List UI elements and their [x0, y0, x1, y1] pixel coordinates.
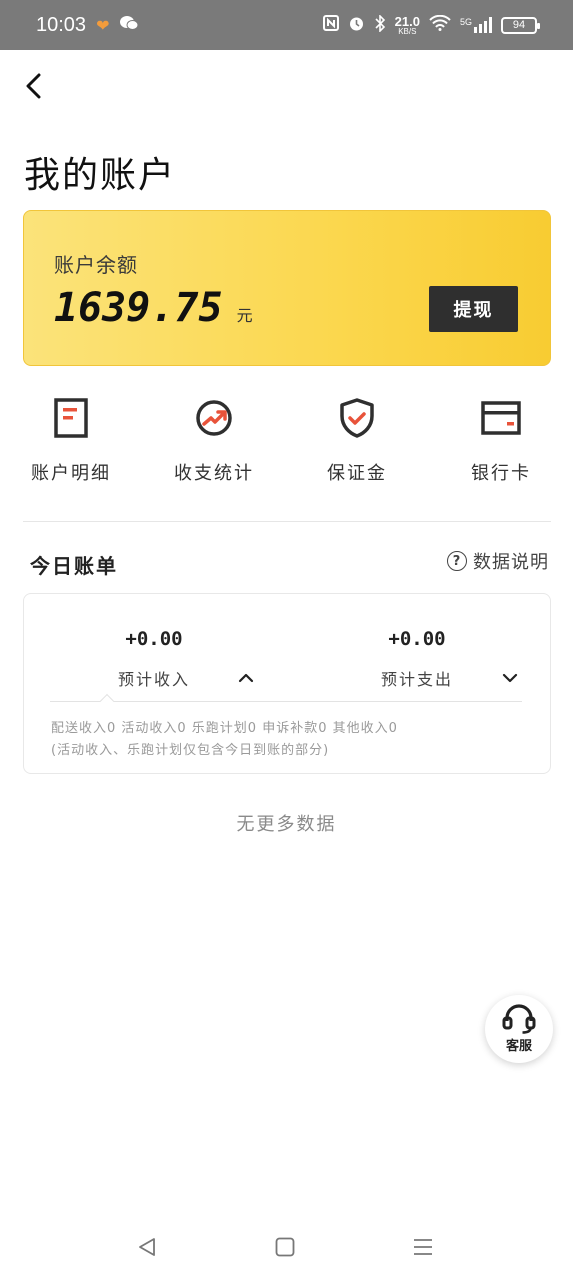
today-bill-title: 今日账单 [30, 554, 118, 578]
shortcut-bank-card[interactable]: 银行卡 [446, 396, 556, 496]
wifi-icon [429, 14, 451, 35]
wechat-icon [119, 15, 139, 35]
triangle-back-icon [139, 1238, 155, 1256]
signal-icon: 5G [460, 17, 492, 33]
balance-value: 1639.75 [54, 285, 223, 331]
trend-chart-icon [192, 396, 236, 440]
bill-divider [50, 701, 522, 702]
nfc-icon [322, 15, 339, 35]
income-summary[interactable]: +0.00 预计收入 [54, 628, 254, 690]
document-icon [49, 396, 93, 440]
balance-label: 账户余额 [54, 253, 138, 277]
balance-card: 账户余额 1639.75 元 提现 [23, 210, 551, 366]
income-label: 预计收入 [117, 670, 190, 689]
expense-value: +0.00 [388, 628, 446, 650]
question-circle-icon: ? [447, 551, 467, 571]
expense-summary[interactable]: +0.00 预计支出 [317, 628, 517, 690]
nav-home-button[interactable] [270, 1232, 300, 1262]
shield-check-icon [335, 396, 379, 440]
headset-icon [502, 1004, 536, 1034]
chevron-left-icon [26, 73, 41, 99]
shortcut-deposit[interactable]: 保证金 [302, 396, 412, 496]
status-bar: 10:03 ❤ 21.0 KB/S 5G 94 [0, 0, 573, 50]
nav-recents-button[interactable] [408, 1232, 438, 1262]
system-nav-bar [0, 1210, 573, 1280]
collapse-income-button[interactable] [236, 668, 256, 688]
income-value: +0.00 [125, 628, 183, 650]
page-title: 我的账户 [24, 155, 177, 196]
expand-expense-button[interactable] [500, 668, 520, 688]
bank-card-icon [479, 396, 523, 440]
income-breakdown: 配送收入0 活动收入0 乐跑计划0 申诉补款0 其他收入0 (活动收入、乐跑计划… [51, 721, 398, 758]
bluetooth-icon [374, 13, 386, 36]
shortcut-account-details[interactable]: 账户明细 [16, 396, 126, 496]
bill-pointer [99, 693, 115, 709]
balance-amount: 1639.75 元 [54, 285, 253, 331]
customer-service-button[interactable]: 客服 [485, 995, 553, 1063]
chevron-up-icon [238, 673, 254, 683]
net-speed: 21.0 KB/S [394, 13, 420, 36]
today-bill-card: +0.00 预计收入 +0.00 预计支出 配送收入0 活动收入0 乐跑计划0 … [23, 593, 551, 774]
withdraw-button[interactable]: 提现 [429, 286, 518, 332]
back-button[interactable] [18, 66, 48, 106]
battery-icon: 94 [501, 16, 540, 34]
chevron-down-icon [502, 673, 518, 683]
menu-lines-icon [414, 1239, 432, 1255]
shortcut-grid: 账户明细 收支统计 保证金 银行卡 [0, 396, 573, 496]
expense-label: 预计支出 [380, 670, 453, 689]
alarm-icon [348, 15, 365, 36]
nav-back-button[interactable] [132, 1232, 162, 1262]
shortcut-income-stats[interactable]: 收支统计 [159, 396, 269, 496]
app-notification-icon: ❤ [96, 15, 110, 35]
status-time: 10:03 [36, 13, 87, 36]
balance-unit: 元 [236, 306, 253, 325]
no-more-data: 无更多数据 [236, 814, 337, 835]
data-help-link[interactable]: ? 数据说明 [447, 548, 549, 574]
section-divider [23, 521, 551, 522]
square-home-icon [275, 1237, 295, 1257]
